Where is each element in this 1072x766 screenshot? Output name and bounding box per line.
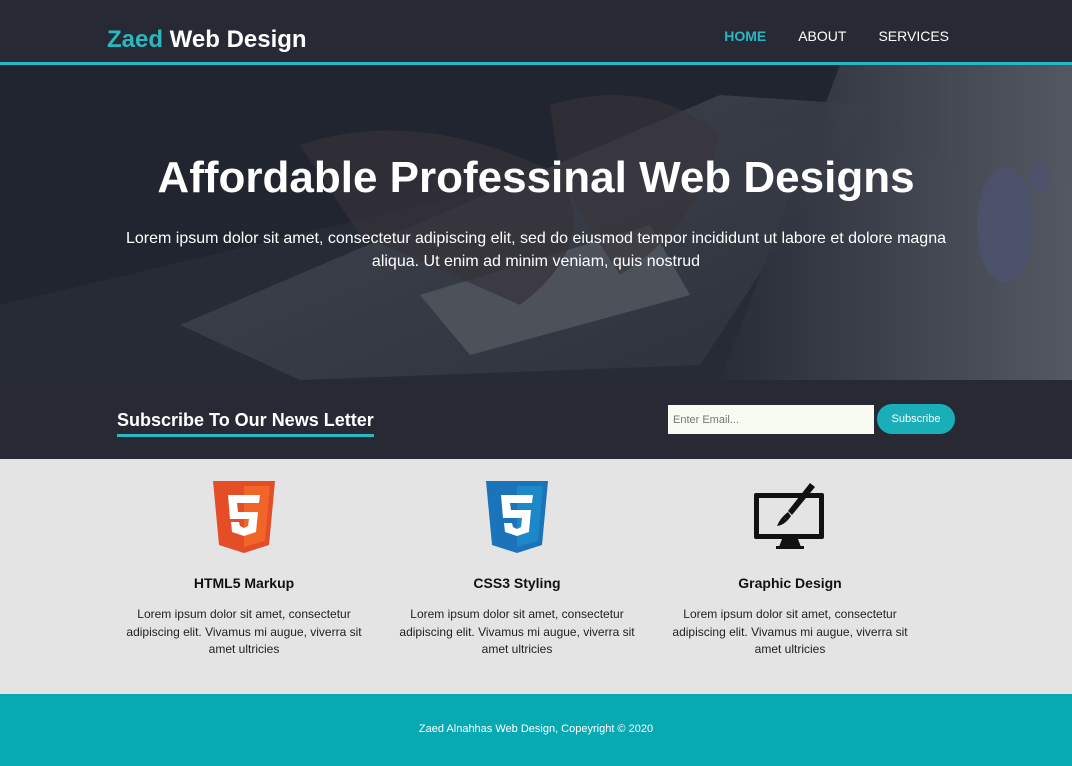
features-section: HTML5 Markup Lorem ipsum dolor sit amet,…: [0, 459, 1072, 694]
css3-icon: [397, 481, 637, 553]
newsletter-section: Subscribe To Our News Letter Subscribe: [0, 380, 1072, 459]
feature-description: Lorem ipsum dolor sit amet, consectetur …: [126, 607, 362, 656]
nav-about-link[interactable]: ABOUT: [798, 28, 846, 44]
feature-title: HTML5 Markup: [193, 575, 295, 591]
copyright-text: Zaed Alnahhas Web Design, Copeyright © 2…: [418, 723, 654, 735]
nav-services-link[interactable]: SERVICES: [878, 28, 949, 44]
site-footer: Zaed Alnahhas Web Design, Copeyright © 2…: [0, 694, 1072, 766]
hero-description: Lorem ipsum dolor sit amet, consectetur …: [126, 230, 946, 270]
brand-name: Web Design: [163, 26, 307, 53]
graphic-design-icon: [670, 481, 910, 553]
hero-title: Affordable Professinal Web Designs: [157, 153, 915, 202]
site-header: Zaed Web Design HOME ABOUT SERVICES: [0, 0, 1072, 65]
feature-title: CSS3 Styling: [473, 575, 561, 591]
main-nav: HOME ABOUT SERVICES: [724, 28, 949, 44]
hero-overlay: [0, 65, 1072, 380]
nav-home-link[interactable]: HOME: [724, 28, 766, 44]
subscribe-button[interactable]: Subscribe: [877, 404, 955, 434]
brand-accent: Zaed: [107, 26, 164, 53]
newsletter-title: Subscribe To Our News Letter: [117, 410, 374, 437]
email-input[interactable]: [668, 405, 874, 434]
site-logo[interactable]: Zaed Web Design: [107, 26, 307, 54]
hero-showcase: Affordable Professinal Web Designs Lorem…: [0, 65, 1072, 380]
html5-icon: [124, 481, 364, 553]
feature-description: Lorem ipsum dolor sit amet, consectetur …: [672, 607, 908, 656]
feature-title: Graphic Design: [738, 575, 842, 591]
feature-description: Lorem ipsum dolor sit amet, consectetur …: [399, 607, 635, 656]
